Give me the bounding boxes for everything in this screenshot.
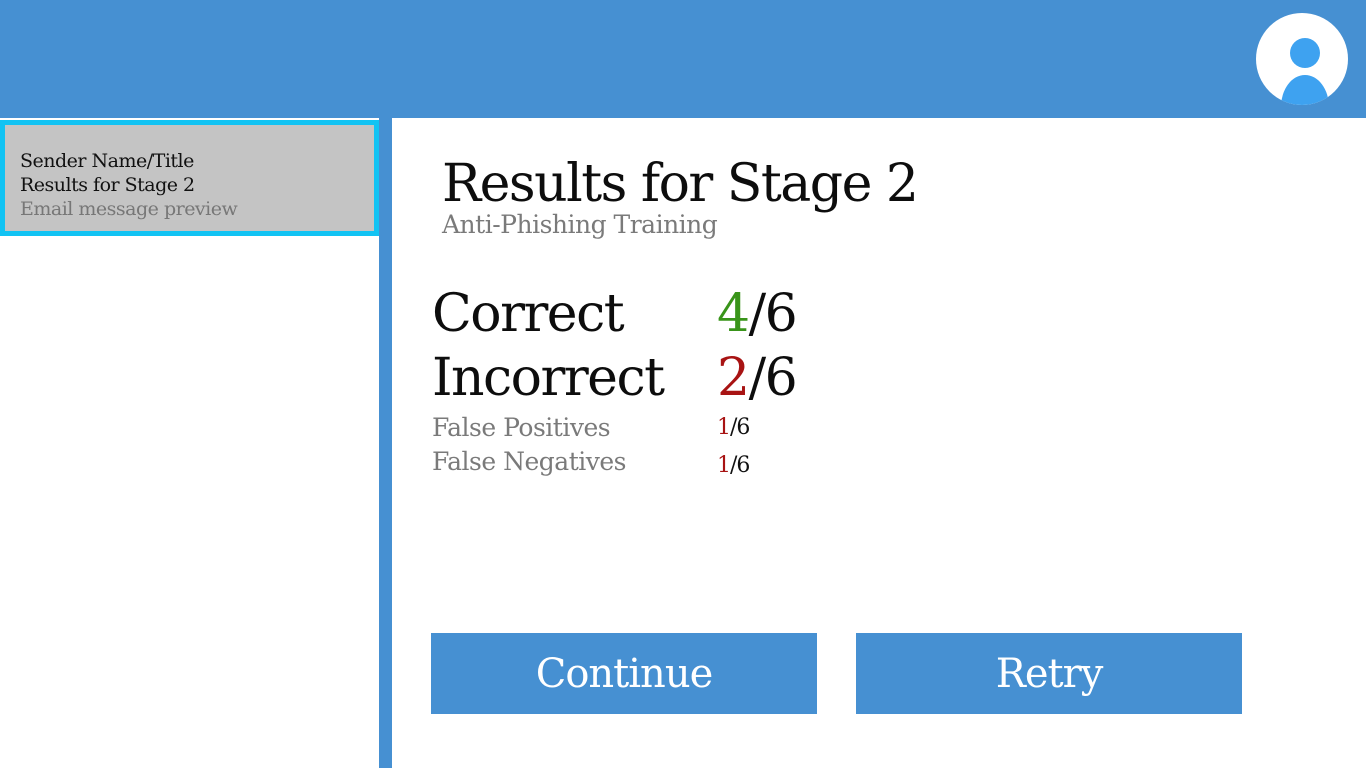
email-list-item[interactable]: Sender Name/Title Results for Stage 2 Em… bbox=[0, 120, 379, 236]
false-positives-count: 1 bbox=[717, 415, 731, 440]
correct-count: 4 bbox=[717, 284, 750, 344]
user-avatar[interactable] bbox=[1256, 13, 1348, 105]
page-subtitle: Anti-Phishing Training bbox=[442, 210, 718, 239]
incorrect-score: 2/6 bbox=[717, 348, 798, 408]
continue-button[interactable]: Continue bbox=[431, 633, 817, 714]
false-negatives-label: False Negatives bbox=[432, 447, 627, 476]
retry-button[interactable]: Retry bbox=[856, 633, 1242, 714]
user-avatar-icon bbox=[1281, 38, 1329, 105]
false-positives-label: False Positives bbox=[432, 413, 611, 442]
email-list: Sender Name/Title Results for Stage 2 Em… bbox=[0, 118, 379, 768]
incorrect-total: /6 bbox=[748, 348, 798, 408]
correct-label: Correct bbox=[432, 284, 625, 344]
correct-total: /6 bbox=[748, 284, 798, 344]
email-sender: Sender Name/Title bbox=[20, 150, 194, 172]
incorrect-label: Incorrect bbox=[432, 348, 665, 408]
page-title: Results for Stage 2 bbox=[442, 154, 919, 214]
email-preview: Email message preview bbox=[20, 198, 238, 220]
false-positives-total: /6 bbox=[730, 415, 750, 440]
false-negatives-score: 1/6 bbox=[717, 451, 750, 481]
false-negatives-total: /6 bbox=[730, 453, 750, 478]
incorrect-count: 2 bbox=[717, 348, 750, 408]
email-subject: Results for Stage 2 bbox=[20, 174, 195, 196]
false-positives-score: 1/6 bbox=[717, 413, 750, 443]
false-negatives-count: 1 bbox=[717, 453, 731, 478]
correct-score: 4/6 bbox=[717, 284, 798, 344]
results-panel: Results for Stage 2 Anti-Phishing Traini… bbox=[392, 118, 1366, 768]
header-bar bbox=[0, 0, 1366, 118]
pane-divider bbox=[379, 118, 392, 768]
